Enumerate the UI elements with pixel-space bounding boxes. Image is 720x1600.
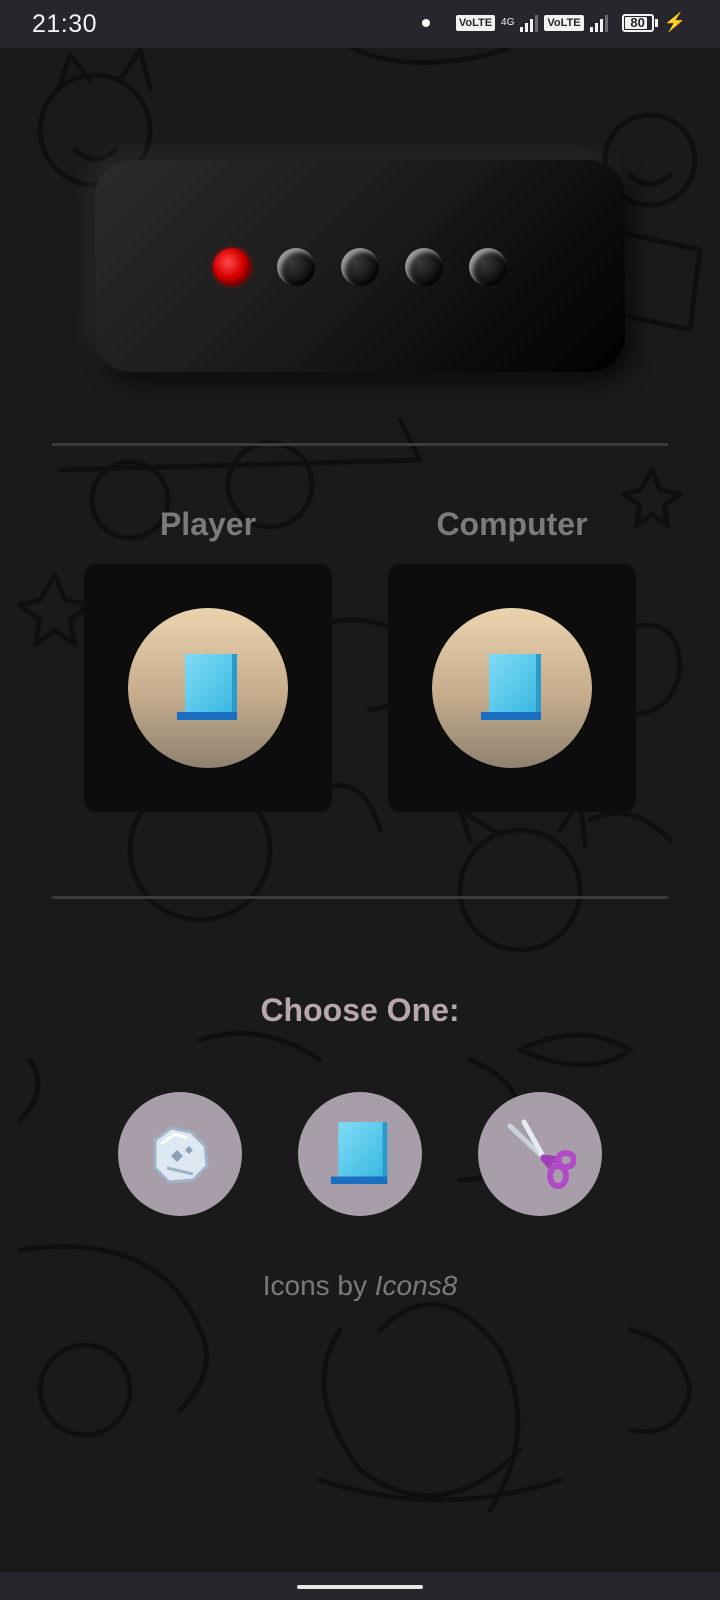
player-hand-circle (128, 608, 288, 768)
paper-icon (177, 654, 237, 720)
paper-icon (330, 1122, 388, 1185)
volte-badge-2: VoLTE (544, 14, 584, 31)
scissors-icon (507, 1119, 576, 1189)
choose-scissors-button[interactable] (478, 1092, 602, 1216)
score-indicator-panel (95, 160, 625, 372)
score-light-unlit (469, 248, 507, 286)
computer-label: Computer (436, 506, 588, 542)
score-light-lit (213, 248, 251, 286)
choose-paper-button[interactable] (298, 1092, 422, 1216)
notification-dot-icon (421, 18, 430, 27)
signal-strength-icon-2 (589, 14, 608, 32)
score-lights (213, 248, 507, 286)
status-time: 21:30 (32, 9, 98, 38)
player-label: Player (159, 506, 257, 542)
computer-hand-panel (388, 564, 636, 812)
computer-hand-circle (432, 608, 592, 768)
home-gesture-handle[interactable] (297, 1585, 423, 1589)
volte-badge-1: VoLTE (455, 14, 496, 31)
player-hand-panel (84, 564, 332, 812)
divider-bottom (52, 896, 668, 899)
paper-icon (481, 654, 541, 720)
score-light-unlit (405, 248, 443, 286)
credit-brand-link[interactable]: Icons8 (375, 1270, 458, 1301)
icon-credit: Icons by Icons8 (0, 1270, 720, 1302)
choose-rock-button[interactable] (118, 1092, 242, 1216)
choose-title: Choose One: (260, 992, 460, 1028)
navigation-bar (0, 1572, 720, 1600)
battery-icon: 80 (621, 13, 654, 32)
credit-prefix: Icons by (262, 1270, 367, 1301)
signal-strength-icon-1 (520, 14, 539, 32)
divider-top (52, 443, 668, 446)
status-bar: 21:30 VoLTE 4G VoLTE 80 ⚡ (0, 0, 720, 48)
status-icons: VoLTE 4G VoLTE 80 ⚡ (421, 12, 686, 33)
battery-level: 80 (630, 15, 645, 30)
score-light-unlit (277, 248, 315, 286)
network-type-label: 4G (501, 16, 515, 28)
rock-icon (153, 1126, 209, 1184)
charging-bolt-icon: ⚡ (663, 12, 686, 32)
score-light-unlit (341, 248, 379, 286)
